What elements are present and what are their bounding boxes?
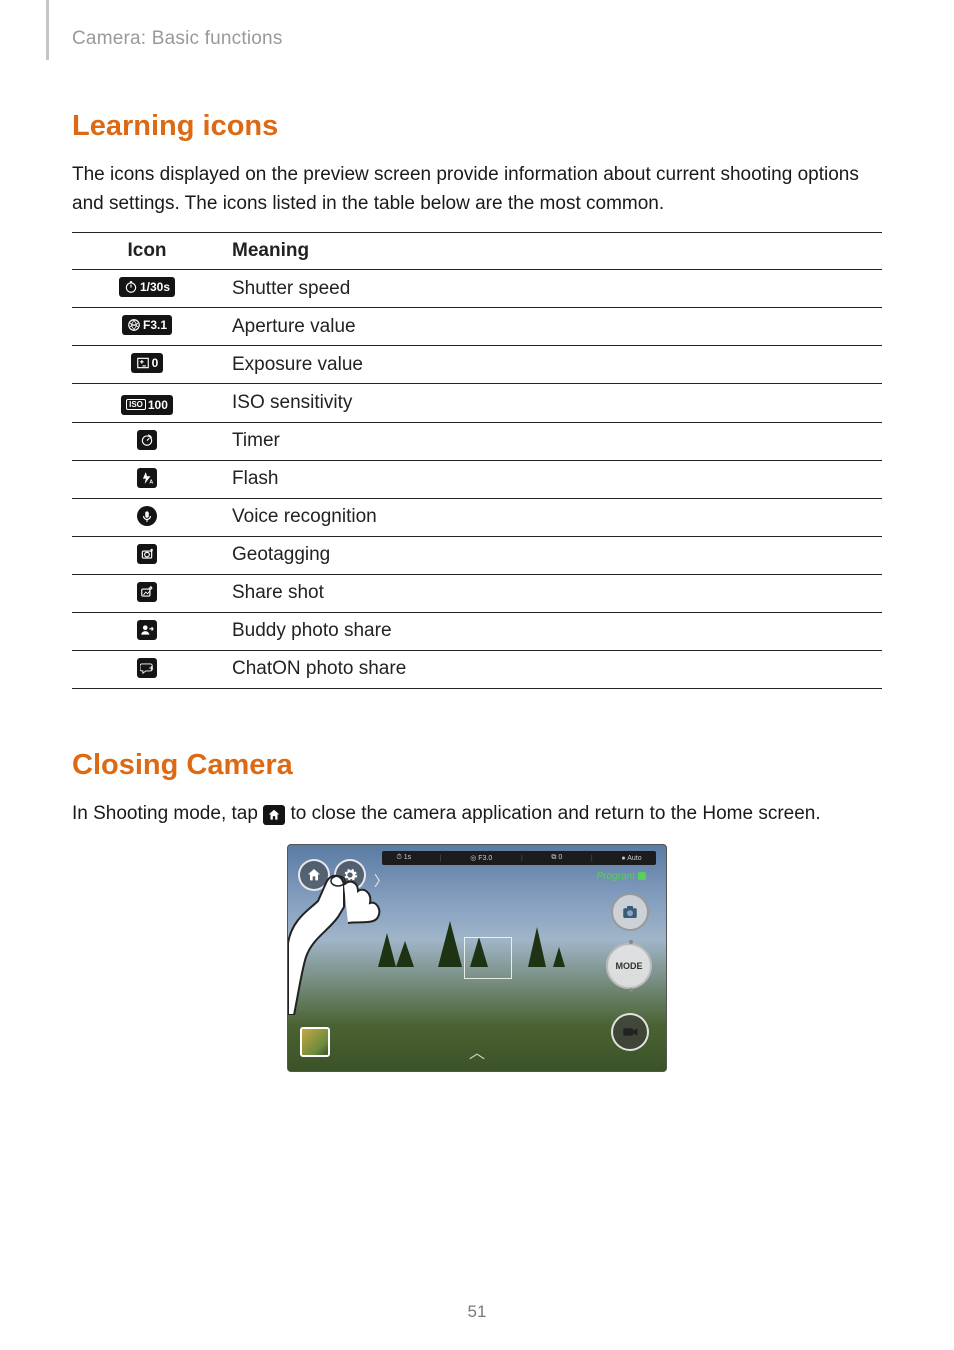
page-number: 51 [0,1302,954,1322]
tab-region [46,0,49,60]
table-row: Buddy photo share [72,612,882,650]
camera-preview-illustration: ⏱ 1s | ◎ F3.0 | ⧉ 0 | ● Auto 〉 Program M… [287,844,667,1072]
meaning-cell: Voice recognition [222,498,882,536]
table-row: Timer [72,422,882,460]
table-row: Voice recognition [72,498,882,536]
preview-topbar: ⏱ 1s | ◎ F3.0 | ⧉ 0 | ● Auto [382,851,656,865]
svg-text:A: A [149,479,153,485]
voice-recognition-icon [137,506,157,526]
aperture-value-icon: F3.1 [122,315,172,335]
meaning-cell: Buddy photo share [222,612,882,650]
table-row: ISO 100 ISO sensitivity [72,384,882,423]
table-row: ChatON photo share [72,650,882,688]
hand-illustration [288,865,408,1015]
heading-learning-icons: Learning icons [72,110,882,143]
buddy-photo-share-icon [137,620,157,640]
heading-closing-camera: Closing Camera [72,749,882,782]
table-row: F3.1 Aperture value [72,308,882,346]
meaning-cell: Timer [222,422,882,460]
meaning-cell: Shutter speed [222,270,882,308]
shutter-button[interactable] [611,893,649,931]
shutter-speed-icon: 1/30s [119,277,175,297]
video-record-button[interactable] [611,1013,649,1051]
gallery-thumbnail[interactable] [300,1027,330,1057]
timer-icon [137,430,157,450]
geotagging-icon [137,544,157,564]
share-shot-icon [137,582,157,602]
flash-icon: A [137,468,157,488]
header-meaning: Meaning [222,233,882,270]
mode-button[interactable]: MODE [606,943,652,989]
meaning-cell: Share shot [222,574,882,612]
table-row: 1/30s Shutter speed [72,270,882,308]
breadcrumb: Camera: Basic functions [72,28,882,50]
exposure-value-icon: 0 [131,353,164,373]
meaning-cell: ChatON photo share [222,650,882,688]
meaning-cell: Aperture value [222,308,882,346]
focus-frame [464,937,512,979]
meaning-cell: Flash [222,460,882,498]
section2-body: In Shooting mode, tap to close the camer… [72,800,882,829]
meaning-cell: Exposure value [222,346,882,384]
header-icon: Icon [72,233,222,270]
icon-meaning-table: Icon Meaning 1/30s Shutter speed F3. [72,232,882,689]
table-row: 0 Exposure value [72,346,882,384]
mode-label: Program [597,871,646,882]
home-icon [263,805,285,825]
meaning-cell: Geotagging [222,536,882,574]
table-row: A Flash [72,460,882,498]
table-row: Share shot [72,574,882,612]
chaton-photo-share-icon [137,658,157,678]
section1-body: The icons displayed on the preview scree… [72,161,882,218]
meaning-cell: ISO sensitivity [222,384,882,423]
table-row: Geotagging [72,536,882,574]
up-chevron-icon[interactable]: ︿ [469,1039,485,1063]
iso-sensitivity-icon: ISO 100 [121,395,173,415]
